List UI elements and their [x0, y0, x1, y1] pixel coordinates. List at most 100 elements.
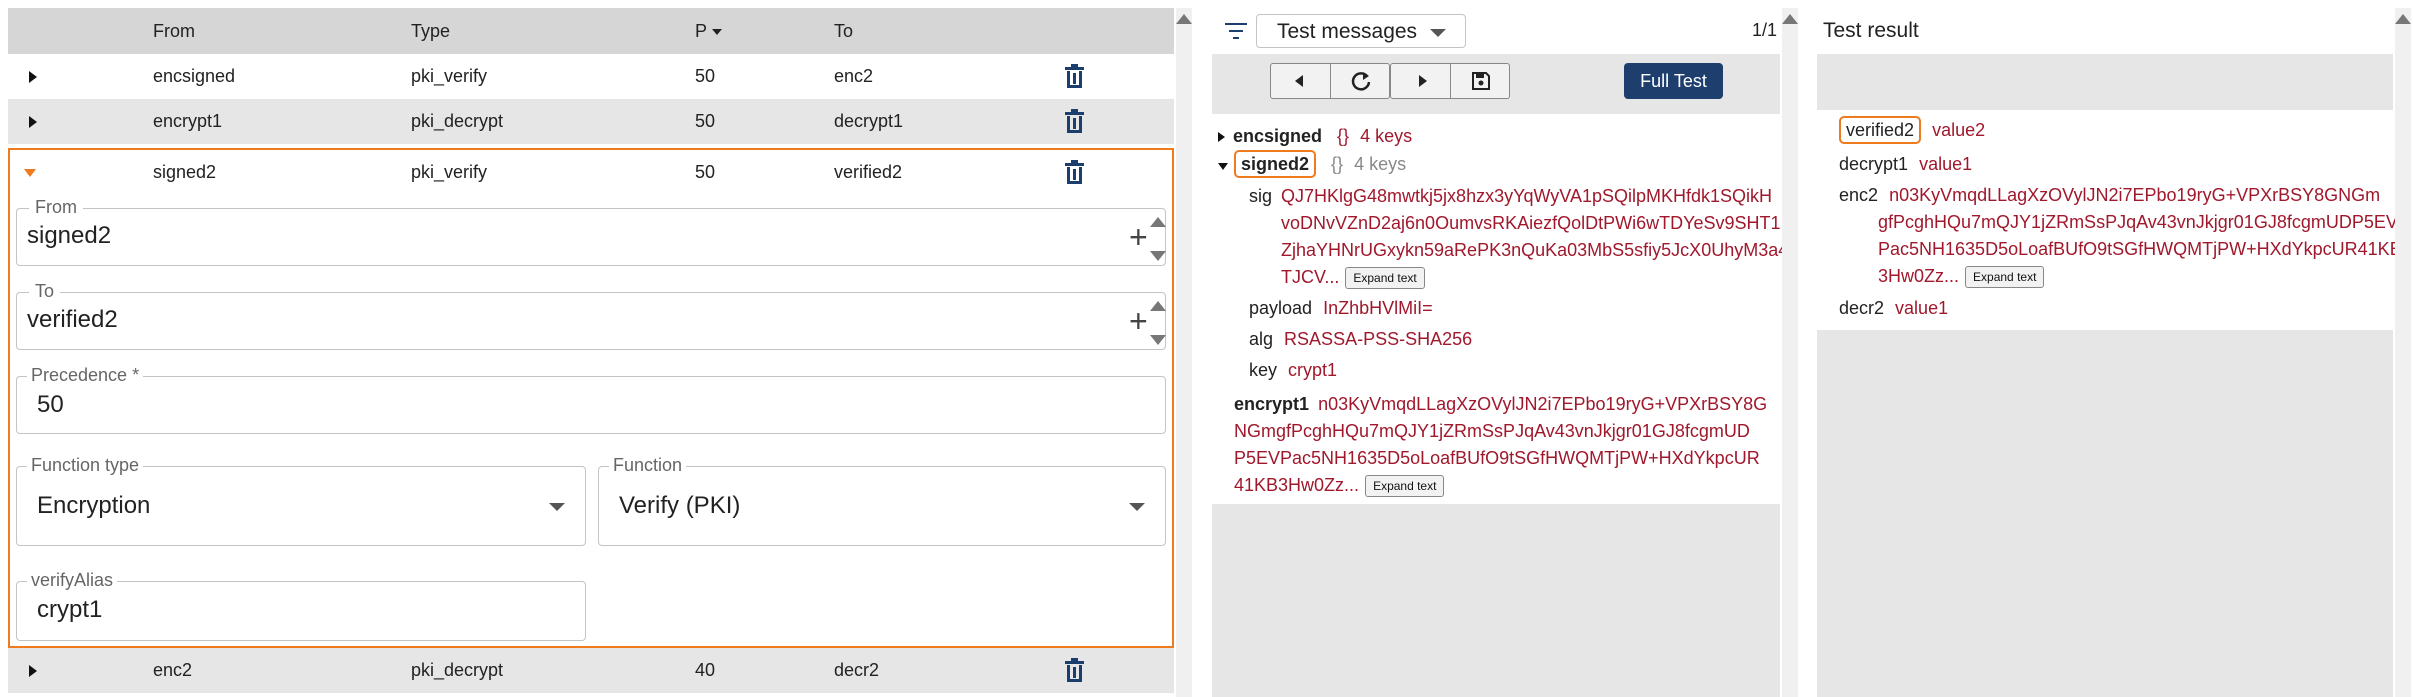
result-decr2: decr2 value1 — [1839, 298, 1949, 318]
next-button[interactable] — [1391, 64, 1451, 98]
sig-value-line: ZjhaYHNrUGxykn59aRePK3nQuKa03MbS5sfiy5Jc… — [1281, 240, 1789, 260]
table-header: From Type P To — [8, 8, 1174, 54]
result-enc2: enc2 n03KyVmqdLLagXzOVylJN2i7EPbo19ryG+V… — [1839, 185, 2381, 205]
encrypt1-value-line: NGmgfPcghHQu7mQJY1jZRmSsPJqAv43vnJkjgr01… — [1234, 421, 1750, 441]
function-type-select[interactable]: Function type Encryption — [16, 455, 586, 546]
full-test-button[interactable]: Full Test — [1624, 63, 1723, 99]
result-scrollbar[interactable] — [2395, 8, 2411, 697]
col-p-header[interactable]: P — [695, 21, 722, 42]
tree-node-signed2[interactable]: signed2 {} 4 keys — [1218, 150, 1406, 178]
encrypt1-value-line: 41KB3Hw0Zz... — [1234, 475, 1360, 495]
stepper-icon[interactable] — [1149, 301, 1167, 345]
precedence-field[interactable]: Precedence * 50 — [16, 365, 1166, 434]
table-row[interactable]: encrypt1 pki_decrypt 50 decrypt1 — [8, 99, 1174, 144]
table-scrollbar[interactable] — [1176, 8, 1192, 697]
table-row[interactable]: signed2 pki_verify 50 verified2 — [10, 150, 1172, 195]
row-to: decrypt1 — [834, 111, 904, 131]
collapse-row-icon[interactable] — [24, 169, 36, 177]
row-to: decr2 — [834, 660, 880, 680]
save-icon — [1472, 72, 1490, 90]
routes-table: From Type P To encsigned pki_verify 50 e… — [8, 8, 1174, 697]
row-from: enc2 — [153, 660, 193, 680]
verify-alias-label: verifyAlias — [27, 570, 118, 591]
add-icon[interactable]: + — [1129, 221, 1148, 253]
to-label: To — [29, 281, 61, 302]
result-verified2: verified2 value2 — [1839, 116, 1985, 144]
to-value[interactable]: verified2 — [27, 306, 118, 334]
add-icon[interactable]: + — [1129, 305, 1148, 337]
expand-node-icon[interactable] — [1218, 132, 1225, 142]
sig-value-line: TJCV... — [1281, 267, 1340, 287]
dropdown-arrow-icon[interactable] — [1129, 503, 1145, 511]
scroll-up-icon[interactable] — [1176, 14, 1192, 24]
row-to: verified2 — [834, 162, 903, 182]
function-select[interactable]: Function Verify (PKI) — [598, 455, 1166, 546]
row-from: encsigned — [153, 66, 236, 86]
to-field[interactable]: To verified2 + — [16, 281, 1167, 350]
sig-value-line: QJ7HKlgG48mwtkj5jx8hzx3yYqWyVA1pSQilpMKH… — [1281, 186, 1773, 206]
function-type-label: Function type — [27, 455, 144, 476]
from-field[interactable]: From signed2 + — [16, 197, 1167, 266]
test-result-title: Test result — [1823, 19, 1919, 42]
messages-scrollbar[interactable] — [1782, 8, 1798, 697]
from-label: From — [29, 197, 83, 218]
tree-field-key: key crypt1 — [1249, 360, 1338, 380]
result-decrypt1: decrypt1 value1 — [1839, 154, 1973, 174]
row-type: pki_verify — [411, 162, 488, 182]
dropdown-arrow-icon — [1430, 29, 1446, 37]
encrypt1-value-line: P5EVPac5NH1635D5oLoafBUfO9tSGfHWQMTjPW+H… — [1234, 448, 1760, 468]
collapse-node-icon[interactable] — [1218, 163, 1228, 170]
enc2-value-line: gfPcghHQu7mQJY1jZRmSsPJqAv43vnJkjgr01GJ8… — [1878, 212, 2398, 232]
chevron-left-icon — [1295, 75, 1303, 87]
row-precedence: 50 — [695, 162, 716, 182]
test-messages-panel: Test messages 1/1 Full Test encsigned {}… — [1212, 8, 1788, 697]
expand-text-button[interactable]: Expand text — [1345, 267, 1425, 290]
tree-field-sig: sig — [1249, 186, 1273, 206]
col-from-header[interactable]: From — [153, 21, 195, 42]
messages-toolbar: Test messages 1/1 — [1212, 8, 1780, 54]
delete-icon[interactable] — [1065, 109, 1084, 133]
table-row[interactable]: encsigned pki_verify 50 enc2 — [8, 54, 1174, 99]
save-button[interactable] — [1451, 64, 1511, 98]
refresh-icon — [1351, 72, 1371, 91]
prev-button[interactable] — [1271, 64, 1331, 98]
row-from: signed2 — [153, 162, 217, 182]
delete-icon[interactable] — [1065, 64, 1084, 88]
row-precedence: 40 — [695, 660, 716, 680]
dropdown-arrow-icon[interactable] — [549, 503, 565, 511]
function-type-value: Encryption — [37, 492, 151, 519]
reload-button[interactable] — [1331, 64, 1391, 98]
scroll-up-icon[interactable] — [2395, 14, 2411, 24]
expand-row-icon[interactable] — [29, 665, 37, 677]
delete-icon[interactable] — [1065, 160, 1084, 184]
tree-field-alg: alg RSASSA-PSS-SHA256 — [1249, 329, 1473, 349]
verify-alias-field[interactable]: verifyAlias crypt1 — [16, 570, 586, 641]
tree-node-encsigned[interactable]: encsigned {} 4 keys — [1218, 126, 1412, 147]
expand-row-icon[interactable] — [29, 116, 37, 128]
expand-row-icon[interactable] — [29, 71, 37, 83]
col-type-header[interactable]: Type — [411, 21, 450, 42]
col-to-header[interactable]: To — [834, 21, 853, 42]
enc2-value-line: 3Hw0Zz... — [1878, 266, 1960, 286]
expand-text-button[interactable]: Expand text — [1365, 475, 1445, 498]
row-precedence: 50 — [695, 66, 716, 86]
table-row[interactable]: enc2 pki_decrypt 40 decr2 — [8, 648, 1174, 693]
row-from: encrypt1 — [153, 111, 223, 131]
row-type: pki_decrypt — [411, 660, 504, 680]
function-value: Verify (PKI) — [619, 492, 741, 519]
sort-desc-icon — [711, 29, 722, 36]
precedence-value[interactable]: 50 — [37, 391, 64, 419]
expand-text-button[interactable]: Expand text — [1965, 266, 2045, 289]
test-messages-select[interactable]: Test messages — [1256, 14, 1466, 48]
verify-alias-value[interactable]: crypt1 — [37, 596, 102, 624]
delete-icon[interactable] — [1065, 658, 1084, 682]
sig-value-line: voDNvVZnD2aj6n0OumvsRKAiezfQolDtPWi6wTDY… — [1281, 213, 1781, 233]
message-tree: encsigned {} 4 keys signed2 {} 4 keys si… — [1212, 114, 1788, 504]
filter-icon[interactable] — [1225, 23, 1247, 39]
chevron-right-icon — [1419, 75, 1427, 87]
scroll-up-icon[interactable] — [1782, 14, 1798, 24]
from-value[interactable]: signed2 — [27, 222, 111, 250]
precedence-label: Precedence * — [27, 365, 144, 386]
stepper-icon[interactable] — [1149, 217, 1167, 261]
function-label: Function — [609, 455, 687, 476]
